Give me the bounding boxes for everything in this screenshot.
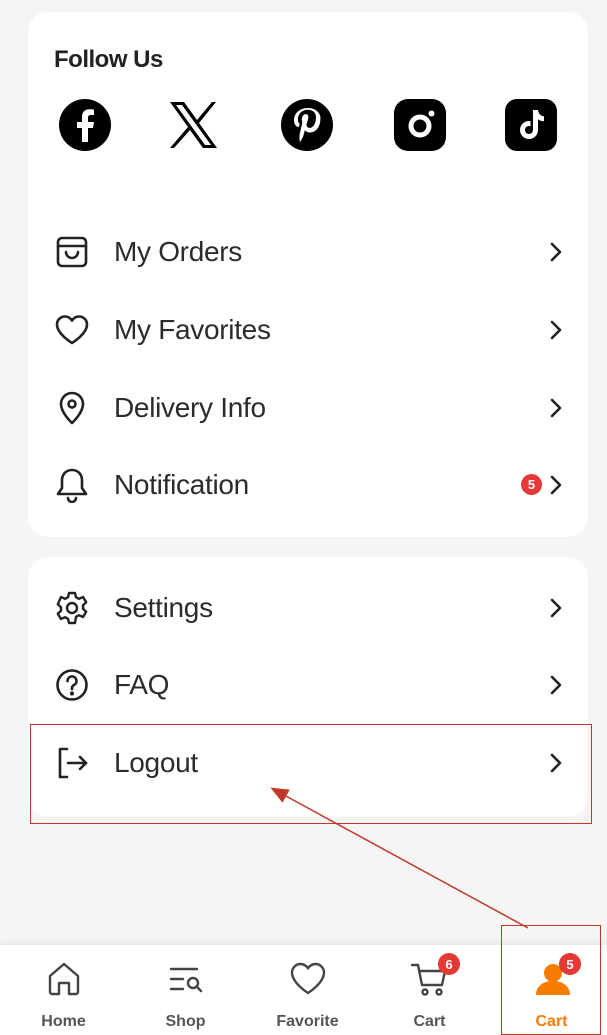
cart-count-badge: 6 [438, 953, 460, 975]
chevron-right-icon [548, 397, 564, 419]
nav-shop[interactable]: Shop [125, 945, 246, 1035]
account-card-secondary: Settings FAQ Logout [28, 557, 588, 817]
nav-label: Favorite [276, 1013, 339, 1030]
chevron-right-icon [548, 752, 564, 774]
notification-count-badge: 5 [521, 474, 542, 495]
chevron-right-icon [548, 474, 564, 496]
x-icon[interactable] [166, 98, 220, 152]
location-pin-icon [54, 390, 90, 426]
instagram-icon[interactable] [393, 98, 447, 152]
nav-label: Shop [165, 1013, 206, 1030]
nav-label: Home [41, 1013, 86, 1030]
nav-home[interactable]: Home [3, 945, 124, 1035]
menu-item-faq[interactable]: FAQ [28, 650, 588, 720]
chevron-right-icon [548, 319, 564, 341]
tiktok-icon[interactable] [504, 98, 558, 152]
social-links [58, 98, 558, 164]
account-card-main: Follow Us My Orders My Favorites Deliver… [28, 12, 588, 537]
menu-label: FAQ [114, 669, 170, 700]
nav-label: Cart [535, 1013, 568, 1030]
menu-label: My Orders [114, 236, 242, 267]
menu-item-my-favorites[interactable]: My Favorites [28, 295, 588, 365]
bell-icon [54, 467, 90, 503]
logout-icon [54, 745, 90, 781]
follow-us-title: Follow Us [54, 46, 163, 73]
menu-item-my-orders[interactable]: My Orders [28, 217, 588, 287]
nav-label: Cart [413, 1013, 446, 1030]
nav-favorite[interactable]: Favorite [247, 945, 368, 1035]
menu-label: Notification [114, 469, 249, 500]
home-icon [44, 959, 84, 999]
account-count-badge: 5 [559, 953, 581, 975]
nav-cart[interactable]: 6 Cart [369, 945, 490, 1035]
gear-icon [54, 590, 90, 626]
menu-item-settings[interactable]: Settings [28, 573, 588, 643]
menu-item-logout[interactable]: Logout [28, 728, 588, 798]
shopping-bag-icon [54, 234, 90, 270]
question-icon [54, 667, 90, 703]
shop-search-icon [166, 959, 206, 999]
bottom-nav: Home Shop Favorite 6 Cart 5 Cart [0, 945, 607, 1035]
menu-label: Delivery Info [114, 392, 266, 423]
chevron-right-icon [548, 241, 564, 263]
heart-icon [288, 959, 328, 999]
heart-icon [54, 312, 90, 348]
menu-label: My Favorites [114, 314, 271, 345]
menu-label: Logout [114, 747, 198, 778]
menu-label: Settings [114, 592, 213, 623]
facebook-icon[interactable] [58, 98, 112, 152]
pinterest-icon[interactable] [280, 98, 334, 152]
menu-item-delivery-info[interactable]: Delivery Info [28, 373, 588, 443]
nav-account[interactable]: 5 Cart [491, 945, 607, 1035]
chevron-right-icon [548, 597, 564, 619]
chevron-right-icon [548, 674, 564, 696]
menu-item-notification[interactable]: Notification 5 [28, 450, 588, 520]
